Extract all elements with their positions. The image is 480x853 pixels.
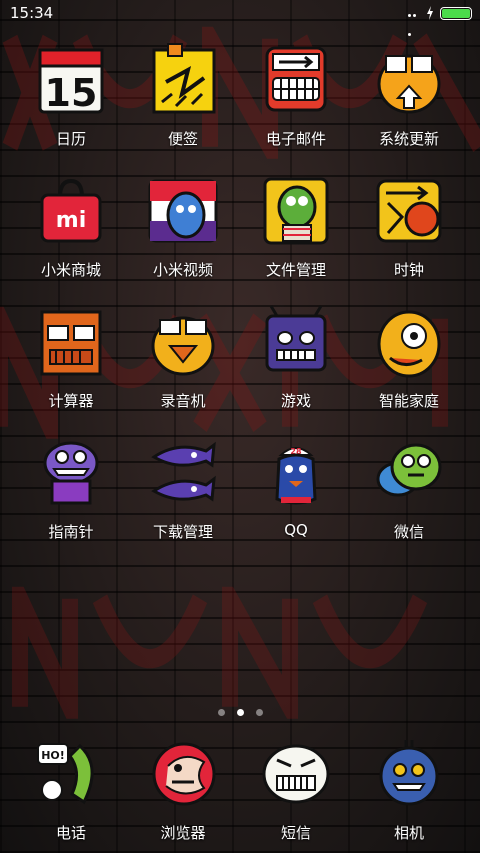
games-icon xyxy=(265,305,327,372)
app-label: 微信 xyxy=(393,523,424,541)
app-label: 指南针 xyxy=(48,523,94,541)
app-label: 短信 xyxy=(280,824,311,842)
app-smart-home[interactable]: 智能家庭 xyxy=(353,304,465,416)
app-games[interactable]: 游戏 xyxy=(240,304,352,416)
app-label: 计算器 xyxy=(48,392,94,410)
app-notes[interactable]: 便签 xyxy=(127,42,239,154)
clock-icon xyxy=(376,179,442,243)
calendar-icon: 15 xyxy=(38,48,104,115)
app-file-manager[interactable]: 文件管理 xyxy=(240,173,352,285)
compass-icon xyxy=(43,441,99,505)
app-label: QQ xyxy=(284,521,308,539)
app-label: 相机 xyxy=(393,824,424,842)
app-calculator[interactable]: 计算器 xyxy=(15,304,127,416)
app-label: 电子邮件 xyxy=(265,130,326,148)
app-wechat[interactable]: 微信 xyxy=(353,435,465,547)
dock: HO! 电话 浏览器 短信 相机 xyxy=(0,736,480,853)
app-label: 智能家庭 xyxy=(378,392,439,410)
qq-icon: 28 xyxy=(275,447,317,505)
page-indicator xyxy=(0,701,480,720)
svg-text:mi: mi xyxy=(56,208,86,233)
calculator-icon xyxy=(40,310,102,376)
page-dot[interactable] xyxy=(255,709,263,716)
file-manager-icon xyxy=(263,177,329,245)
app-label: 录音机 xyxy=(160,392,206,410)
app-label: 系统更新 xyxy=(378,130,439,148)
mi-store-icon: mi xyxy=(40,178,102,243)
wall-graffiti-3 xyxy=(0,561,480,747)
page-dot[interactable] xyxy=(236,709,244,716)
app-calendar[interactable]: 15 日历 xyxy=(15,42,127,154)
app-compass[interactable]: 指南针 xyxy=(15,435,127,547)
wechat-icon xyxy=(376,443,442,497)
dock-phone[interactable]: HO! 电话 xyxy=(15,736,127,848)
notes-icon xyxy=(152,43,216,114)
dock-sms[interactable]: 短信 xyxy=(240,736,352,848)
status-bar: 15:34 xyxy=(0,0,480,36)
app-label: 游戏 xyxy=(280,392,311,410)
smart-home-icon xyxy=(377,310,441,378)
charging-icon xyxy=(427,6,433,20)
app-email[interactable]: 电子邮件 xyxy=(240,42,352,154)
battery-icon xyxy=(440,7,472,20)
app-label: 时钟 xyxy=(393,261,424,279)
app-download-manager[interactable]: 下载管理 xyxy=(127,435,239,547)
app-label: 小米视频 xyxy=(152,261,213,279)
messages-icon xyxy=(262,744,330,804)
app-mi-video[interactable]: 小米视频 xyxy=(127,173,239,285)
page-dot[interactable] xyxy=(217,709,225,716)
download-manager-icon xyxy=(151,441,216,502)
app-clock[interactable]: 时钟 xyxy=(353,173,465,285)
email-icon xyxy=(265,46,327,112)
dock-camera[interactable]: 相机 xyxy=(353,736,465,848)
app-label: 浏览器 xyxy=(160,824,206,842)
app-qq[interactable]: 28 QQ xyxy=(240,435,352,547)
app-label: 文件管理 xyxy=(265,261,326,279)
recorder-icon xyxy=(151,316,215,376)
app-recorder[interactable]: 录音机 xyxy=(127,304,239,416)
svg-text:15: 15 xyxy=(45,71,98,115)
app-label: 日历 xyxy=(55,130,86,148)
mi-video-icon xyxy=(148,179,218,243)
system-update-icon xyxy=(377,54,441,114)
phone-icon: HO! xyxy=(37,743,94,805)
app-label: 便签 xyxy=(167,130,198,148)
svg-text:HO!: HO! xyxy=(41,749,65,762)
app-mi-store[interactable]: mi 小米商城 xyxy=(15,173,127,285)
app-label: 下载管理 xyxy=(152,523,213,541)
app-system-update[interactable]: 系统更新 xyxy=(353,42,465,154)
app-label: 小米商城 xyxy=(40,261,101,279)
camera-icon xyxy=(379,740,439,806)
dock-browser[interactable]: 浏览器 xyxy=(127,736,239,848)
app-label: 电话 xyxy=(55,824,86,842)
browser-icon xyxy=(152,742,216,806)
more-notifications-icon xyxy=(408,14,422,36)
battery-fill xyxy=(442,9,470,18)
status-time: 15:34 xyxy=(10,4,54,22)
